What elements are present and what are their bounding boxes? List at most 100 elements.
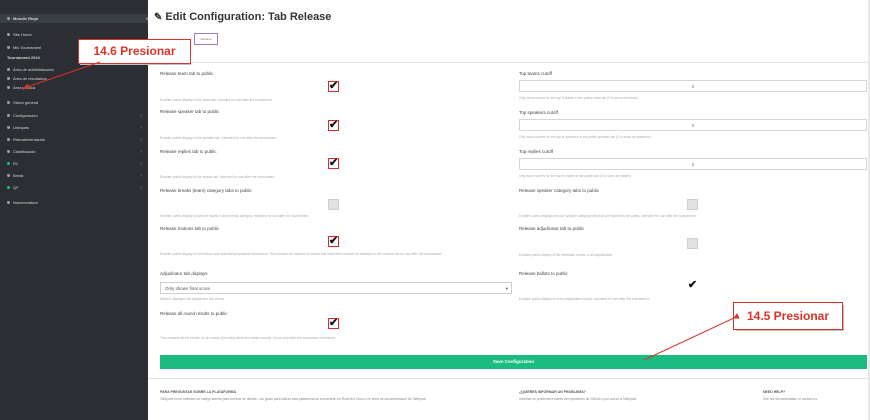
sidebar-item[interactable]: Break › <box>7 172 142 179</box>
footer-col2-title: ¿QUIERES INFORMAR UN PROBLEMA? <box>519 390 586 394</box>
bullet-icon <box>7 101 10 104</box>
sidebar-item[interactable]: Área pública <box>7 84 142 91</box>
release-replies-tab-checkbox[interactable]: ✔ <box>328 157 339 169</box>
sidebar-item[interactable]: Clasificación › <box>7 148 142 155</box>
divider <box>148 62 870 63</box>
save-configuration-button[interactable]: Save Configuration <box>160 355 867 369</box>
adjudicator-tab-display-label: Adjudicator tab displays <box>160 271 208 276</box>
sidebar-item-label: Site Home <box>13 32 32 37</box>
release-speaker-category-label: Release speaker category tabs to public <box>519 188 600 193</box>
release-all-results-help: This releases all the results for all ro… <box>160 336 336 340</box>
sidebar-item[interactable]: Site Home <box>7 31 142 38</box>
sidebar-item[interactable]: Área de administración <box>7 66 142 73</box>
bullet-icon <box>7 150 10 153</box>
chevron-icon: › <box>140 184 142 191</box>
top-teams-cutoff-label: Top teams cutoff <box>519 71 552 76</box>
checkmark-icon: ✔ <box>329 80 339 92</box>
bullet-icon <box>7 114 10 117</box>
checkmark-icon: ✔ <box>329 317 339 329</box>
sidebar-item-label: Tournament 2024 <box>7 55 40 60</box>
release-all-results-checkbox[interactable]: ✔ <box>328 317 339 329</box>
footer-col3-title: NEED HELP? <box>763 390 786 394</box>
bullet-icon <box>7 174 10 177</box>
sidebar-item-label: Break <box>13 173 24 178</box>
release-speaker-category-checkbox[interactable] <box>687 199 698 210</box>
sidebar-item[interactable]: Configuración › <box>7 112 142 119</box>
footer-col2-text: Informar un problema a través del reposi… <box>519 397 637 401</box>
bullet-icon <box>7 46 10 49</box>
callout-top: 14.6 Presionar <box>78 39 191 64</box>
sidebar-item[interactable]: Área de resultados <box>7 75 142 82</box>
bullet-icon <box>7 162 10 165</box>
sidebar-item-label: Área de resultados <box>13 76 47 81</box>
sidebar-item-label: Unirques <box>13 125 30 130</box>
release-speaker-tab-label: Release speaker tab to public <box>160 109 220 114</box>
tab-release[interactable]: Release <box>194 33 218 45</box>
release-speaker-tab-help: Enables public display of the speaker ta… <box>160 136 278 140</box>
sidebar-item[interactable]: Visión general <box>7 99 142 106</box>
release-adjudicator-tab-label: Release adjudicator tab to public <box>519 226 585 231</box>
release-breaks-tab-help: Enables public display of tabs for teams… <box>160 214 310 218</box>
top-replies-cutoff-help: Only show scores for the top N replies i… <box>519 174 631 178</box>
checkmark-icon: ✔ <box>329 157 339 169</box>
release-motions-tab-help: Enables public display of all motions an… <box>160 252 442 256</box>
sidebar-item-label: QF <box>13 185 19 190</box>
chevron-icon: › <box>140 124 142 131</box>
top-teams-cutoff-input[interactable]: 0 <box>519 80 867 92</box>
release-all-results-label: Release all round results to public <box>160 311 228 316</box>
sidebar-item-label: Área de administración <box>13 67 54 72</box>
pencil-icon: ✎ <box>154 12 163 23</box>
page-title-text: Edit Configuration: Tab Release <box>165 11 332 23</box>
release-motions-tab-checkbox[interactable]: ✔ <box>328 235 339 247</box>
sidebar-item[interactable]: Moodle Rioja ◂ <box>0 14 148 23</box>
adjudicator-tab-display-select[interactable]: Only shows final score ▾ <box>160 282 512 294</box>
top-speakers-cutoff-label: Top speakers cutoff <box>519 110 558 115</box>
footer-col1-text: Tabbycat es un software de código abiert… <box>160 397 427 401</box>
footer-col3-text: See our documentation or contact us. <box>763 397 818 401</box>
sidebar-item-label: Área pública <box>13 85 36 90</box>
release-ballots-help: Enables public display of every adjudica… <box>519 297 650 301</box>
release-team-tab-label: Release team tab to public <box>160 71 214 76</box>
chevron-icon: › <box>140 160 142 167</box>
sidebar-item-label: Mis Tournament <box>13 45 42 50</box>
release-ballots-label: Release ballots to public <box>519 271 568 276</box>
release-speaker-tab-checkbox[interactable]: ✔ <box>328 119 339 131</box>
sidebar-item[interactable]: Retroalimentación › <box>7 136 142 143</box>
release-team-tab-help: Enables public display of the team tab. … <box>160 98 273 102</box>
sidebar-item[interactable]: QF › <box>7 184 142 191</box>
chevron-icon: › <box>140 172 142 179</box>
sidebar-item-label: Clasificación <box>13 149 36 154</box>
checkmark-icon: ✔ <box>687 279 698 291</box>
chevron-down-icon: ▾ <box>505 286 508 291</box>
bullet-icon <box>7 77 10 80</box>
select-value: Only shows final score <box>165 286 211 291</box>
release-adjudicator-tab-help: Enables public display of the feedback r… <box>519 253 613 257</box>
bullet-icon <box>7 17 10 20</box>
page-title: ✎ Edit Configuration: Tab Release <box>154 11 331 23</box>
callout-bottom: 14.5 Presionar <box>733 302 843 330</box>
sidebar-item-label: Configuración <box>13 113 38 118</box>
sidebar-item[interactable]: Nomenclature <box>7 199 142 206</box>
sidebar-item[interactable]: R1 › <box>7 160 142 167</box>
footer-col1-title: PARA PREGUNTAS SOBRE LA PLATAFORMA <box>160 390 237 394</box>
release-speaker-category-help: Enables public display of those speaker … <box>519 214 697 218</box>
adjudicator-tab-display-help: What is displayed the adjudicator tab sh… <box>160 297 225 301</box>
top-replies-cutoff-label: Top replies cutoff <box>519 149 553 154</box>
top-replies-cutoff-input[interactable]: 0 <box>519 158 867 170</box>
top-speakers-cutoff-input[interactable]: 0 <box>519 119 867 131</box>
sidebar-item-label: Nomenclature <box>13 200 38 205</box>
sidebar-item-label: Visión general <box>13 100 39 105</box>
release-motions-tab-label: Release motions tab to public <box>160 226 220 231</box>
release-breaks-tab-checkbox[interactable] <box>328 199 339 210</box>
sidebar-item-label: R1 <box>13 161 19 166</box>
bullet-icon <box>7 68 10 71</box>
sidebar-item[interactable]: Unirques › <box>7 124 142 131</box>
top-speakers-cutoff-help: Only show scores for the top N speakers … <box>519 135 651 139</box>
release-team-tab-checkbox[interactable]: ✔ <box>328 80 339 92</box>
bullet-icon <box>7 201 10 204</box>
release-replies-tab-help: Enables public display of the replies ta… <box>160 175 276 179</box>
release-replies-tab-label: Release replies tab to public <box>160 149 217 154</box>
release-adjudicator-tab-checkbox[interactable] <box>687 238 698 249</box>
release-ballots-checkbox[interactable]: ✔ <box>687 279 698 292</box>
bullet-icon <box>7 86 10 89</box>
